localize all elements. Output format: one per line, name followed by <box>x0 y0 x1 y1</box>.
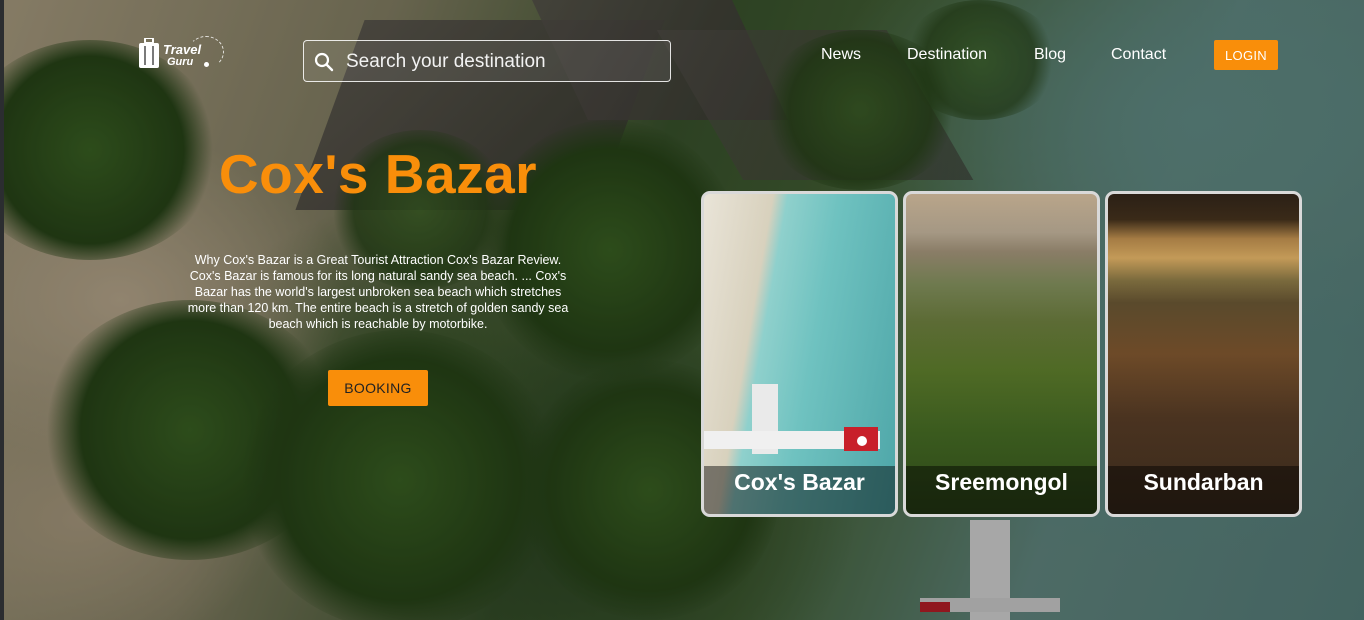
luggage-icon <box>139 38 159 68</box>
hero-description: Why Cox's Bazar is a Great Tourist Attra… <box>187 253 569 331</box>
destination-card-coxs-bazar[interactable]: Cox's Bazar <box>701 191 898 517</box>
booking-button[interactable]: BOOKING <box>328 370 428 406</box>
airplane-image <box>704 384 880 454</box>
card-title: Sreemongol <box>906 466 1097 514</box>
hero-title: Cox's Bazar <box>218 143 538 205</box>
login-button[interactable]: LOGIN <box>1214 40 1278 70</box>
nav-link-destination[interactable]: Destination <box>907 46 987 64</box>
brand-logo[interactable]: Travel Guru <box>138 34 228 74</box>
nav-link-contact[interactable]: Contact <box>1111 46 1166 64</box>
card-title: Sundarban <box>1108 466 1299 514</box>
search-bar <box>303 40 671 83</box>
search-icon <box>314 52 334 72</box>
nav-link-blog[interactable]: Blog <box>1034 46 1066 64</box>
destination-card-sundarban[interactable]: Sundarban <box>1105 191 1302 517</box>
logo-dot <box>204 62 209 67</box>
destination-card-sreemongol[interactable]: Sreemongol <box>903 191 1100 517</box>
nav-link-news[interactable]: News <box>821 46 861 64</box>
card-title: Cox's Bazar <box>704 466 895 514</box>
search-input[interactable] <box>344 41 668 83</box>
